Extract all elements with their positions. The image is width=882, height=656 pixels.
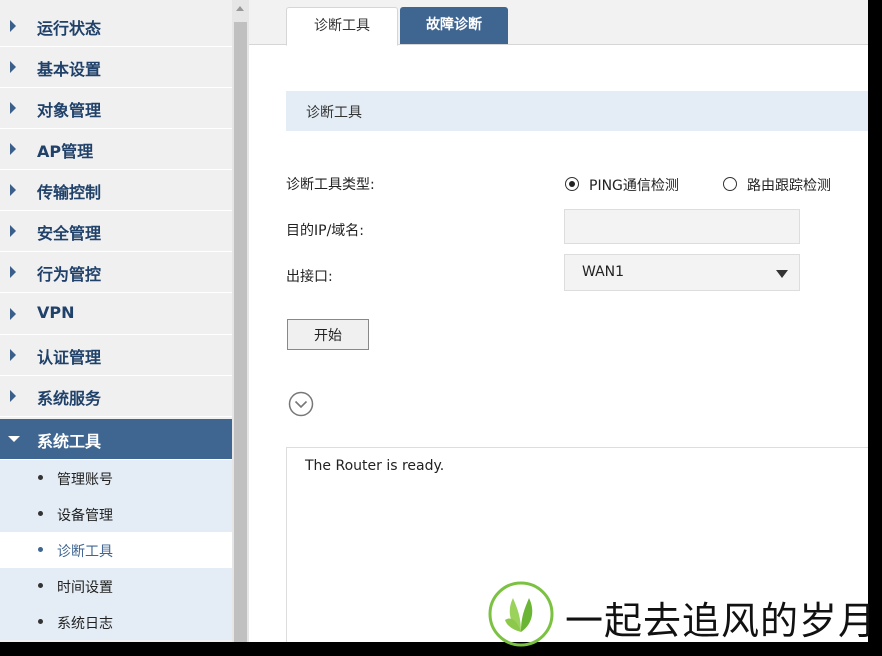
sidebar-item-label: 运行状态 [37,19,102,38]
sidebar-item-transmission[interactable]: 传输控制 [0,170,232,211]
sidebar-item-label: 系统服务 [37,389,102,408]
submenu-item-label: 系统日志 [57,616,113,632]
expand-arrow-icon [10,266,16,278]
scroll-up-icon[interactable] [236,6,244,11]
submenu-item-label: 时间设置 [57,580,113,596]
sidebar-item-label: 安全管理 [37,224,102,243]
sidebar-item-vpn[interactable]: VPN [0,294,232,335]
radio-ping[interactable]: PING通信检测 [565,175,695,194]
sidebar: 运行状态 基本设置 对象管理 AP管理 传输控制 安全管理 行为管控 VPN 认… [0,0,232,642]
interface-select-value: WAN1 [582,264,625,280]
chevron-down-circle-icon[interactable] [288,391,314,417]
radio-ping-label: PING通信检测 [589,178,679,194]
dropdown-arrow-icon [776,270,788,278]
sidebar-scrollbar[interactable] [232,0,249,642]
main-content: 诊断工具 故障诊断 诊断工具 诊断工具类型: PING通信检测 路由跟踪检测 目… [249,0,868,642]
sidebar-item-status[interactable]: 运行状态 [0,6,232,47]
section-header: 诊断工具 [286,91,868,131]
expand-arrow-icon [10,20,16,32]
leaf-logo-icon [488,581,554,647]
submenu-item-label: 设备管理 [57,508,113,524]
radio-unchecked-icon [723,177,737,191]
scrollbar-thumb[interactable] [234,22,247,642]
sidebar-item-ap-mgmt[interactable]: AP管理 [0,129,232,170]
diag-type-label: 诊断工具类型: [286,177,375,193]
output-text: The Router is ready. [305,458,445,474]
submenu-item-device-mgmt[interactable]: 设备管理 [0,496,232,532]
watermark-text: 一起去追风的岁月 [565,599,878,643]
expand-arrow-icon [10,184,16,196]
sidebar-item-label: 传输控制 [37,183,102,202]
interface-label: 出接口: [286,269,333,285]
expand-arrow-icon [10,390,16,402]
sidebar-item-auth-mgmt[interactable]: 认证管理 [0,335,232,376]
sidebar-item-behavior-control[interactable]: 行为管控 [0,252,232,293]
tab-diagnostic-tools[interactable]: 诊断工具 [286,7,398,46]
dest-ip-input[interactable] [564,209,800,244]
expand-arrow-icon [10,61,16,73]
sidebar-item-label: 行为管控 [37,265,102,284]
sidebar-item-label: 基本设置 [37,60,102,79]
expand-arrow-icon [10,349,16,361]
submenu-item-system-log[interactable]: 系统日志 [0,604,232,640]
app-frame: 运行状态 基本设置 对象管理 AP管理 传输控制 安全管理 行为管控 VPN 认… [0,0,868,642]
sidebar-item-label: 系统工具 [37,432,102,451]
expand-arrow-icon [10,225,16,237]
sidebar-item-security[interactable]: 安全管理 [0,211,232,252]
submenu-item-admin-account[interactable]: 管理账号 [0,460,232,496]
tab-bar: 诊断工具 故障诊断 [249,0,868,46]
radio-checked-icon [565,177,579,191]
sidebar-item-label: VPN [37,303,75,322]
submenu-item-time-settings[interactable]: 时间设置 [0,568,232,604]
expand-arrow-icon [10,143,16,155]
bullet-icon [38,511,43,516]
bullet-icon [38,547,43,552]
sidebar-item-object-mgmt[interactable]: 对象管理 [0,88,232,129]
expand-arrow-icon [10,102,16,114]
tab-fault-diagnosis[interactable]: 故障诊断 [400,7,508,44]
interface-select[interactable]: WAN1 [564,254,800,291]
sidebar-item-basic-settings[interactable]: 基本设置 [0,47,232,88]
submenu-item-label: 诊断工具 [57,544,113,560]
start-button[interactable]: 开始 [287,319,369,350]
collapse-arrow-icon [8,436,20,442]
submenu-item-label: 管理账号 [57,472,113,488]
section-title: 诊断工具 [306,105,362,121]
expand-arrow-icon [10,308,16,320]
radio-traceroute[interactable]: 路由跟踪检测 [723,175,853,194]
sidebar-item-system-tools[interactable]: 系统工具 [0,419,232,460]
bullet-icon [38,619,43,624]
watermark: 一起去追风的岁月 [487,580,882,650]
dest-ip-label: 目的IP/域名: [286,223,365,239]
submenu-item-diag-tools[interactable]: 诊断工具 [0,532,232,568]
sidebar-item-label: 认证管理 [37,348,102,367]
sidebar-item-label: AP管理 [37,142,94,161]
bullet-icon [38,475,43,480]
bullet-icon [38,583,43,588]
sidebar-item-system-services[interactable]: 系统服务 [0,376,232,417]
sidebar-item-label: 对象管理 [37,101,102,120]
radio-traceroute-label: 路由跟踪检测 [747,178,831,194]
